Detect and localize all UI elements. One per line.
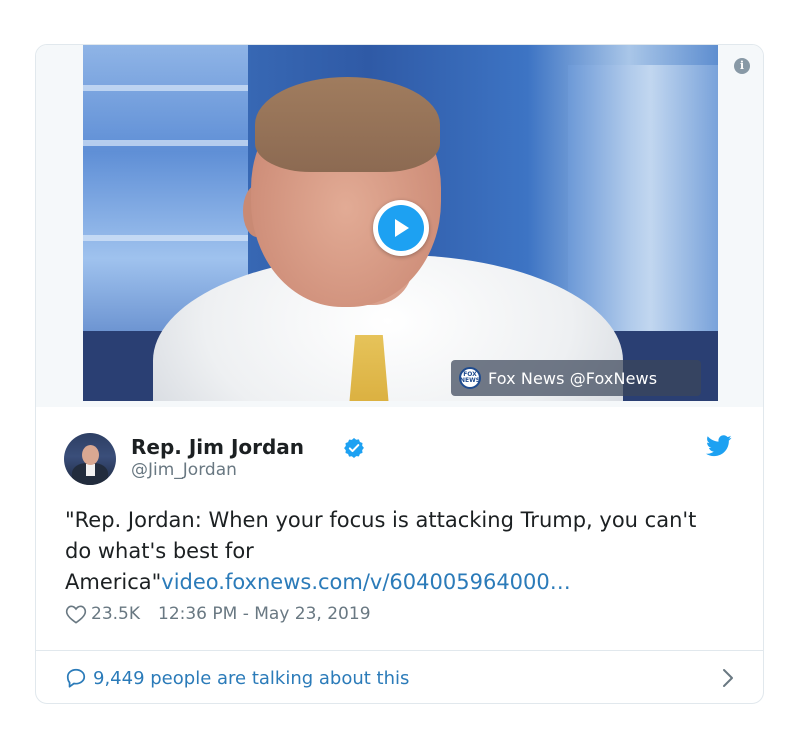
fox-news-logo-text: FOX NEWS — [459, 371, 481, 384]
media-area: FOX NEWS Fox News @FoxNews i — [36, 45, 763, 407]
avatar-collar — [86, 464, 95, 476]
chevron-right-icon — [723, 669, 733, 687]
play-button[interactable] — [373, 200, 429, 256]
user-handle[interactable]: @Jim_Jordan — [131, 460, 237, 480]
info-icon[interactable]: i — [734, 58, 750, 74]
fox-news-logo: FOX NEWS — [459, 367, 481, 389]
like-count[interactable]: 23.5K — [91, 604, 140, 624]
person-hair — [255, 77, 440, 172]
studio-stripe — [83, 235, 248, 241]
studio-stripe — [83, 85, 248, 91]
avatar-face — [82, 445, 99, 465]
heart-icon[interactable] — [65, 604, 87, 624]
video-thumbnail[interactable]: FOX NEWS Fox News @FoxNews — [83, 45, 718, 401]
studio-stripe — [83, 140, 248, 146]
divider — [36, 650, 763, 651]
tweet-timestamp[interactable]: 12:36 PM - May 23, 2019 — [158, 604, 371, 624]
display-name[interactable]: Rep. Jim Jordan — [131, 435, 304, 459]
attribution-text: Fox News @FoxNews — [488, 368, 658, 388]
conversation-link[interactable]: 9,449 people are talking about this — [65, 665, 735, 691]
avatar[interactable] — [64, 433, 116, 485]
video-attribution[interactable]: FOX NEWS Fox News @FoxNews — [451, 360, 701, 396]
tweet-text: "Rep. Jordan: When your focus is attacki… — [65, 505, 725, 598]
comment-icon — [66, 668, 86, 688]
tweet-link[interactable]: video.foxnews.com/v/604005964000… — [161, 570, 570, 594]
tweet-body: Rep. Jim Jordan @Jim_Jordan "Rep. Jordan… — [36, 407, 763, 703]
verified-badge-icon — [344, 438, 364, 458]
studio-background-right — [568, 65, 718, 345]
play-icon — [378, 205, 424, 251]
twitter-bird-icon[interactable] — [706, 435, 732, 457]
embedded-tweet-card: FOX NEWS Fox News @FoxNews i Rep. Jim Jo… — [35, 44, 764, 704]
conversation-text: 9,449 people are talking about this — [93, 667, 410, 689]
tweet-meta: 23.5K 12:36 PM - May 23, 2019 — [65, 604, 371, 624]
